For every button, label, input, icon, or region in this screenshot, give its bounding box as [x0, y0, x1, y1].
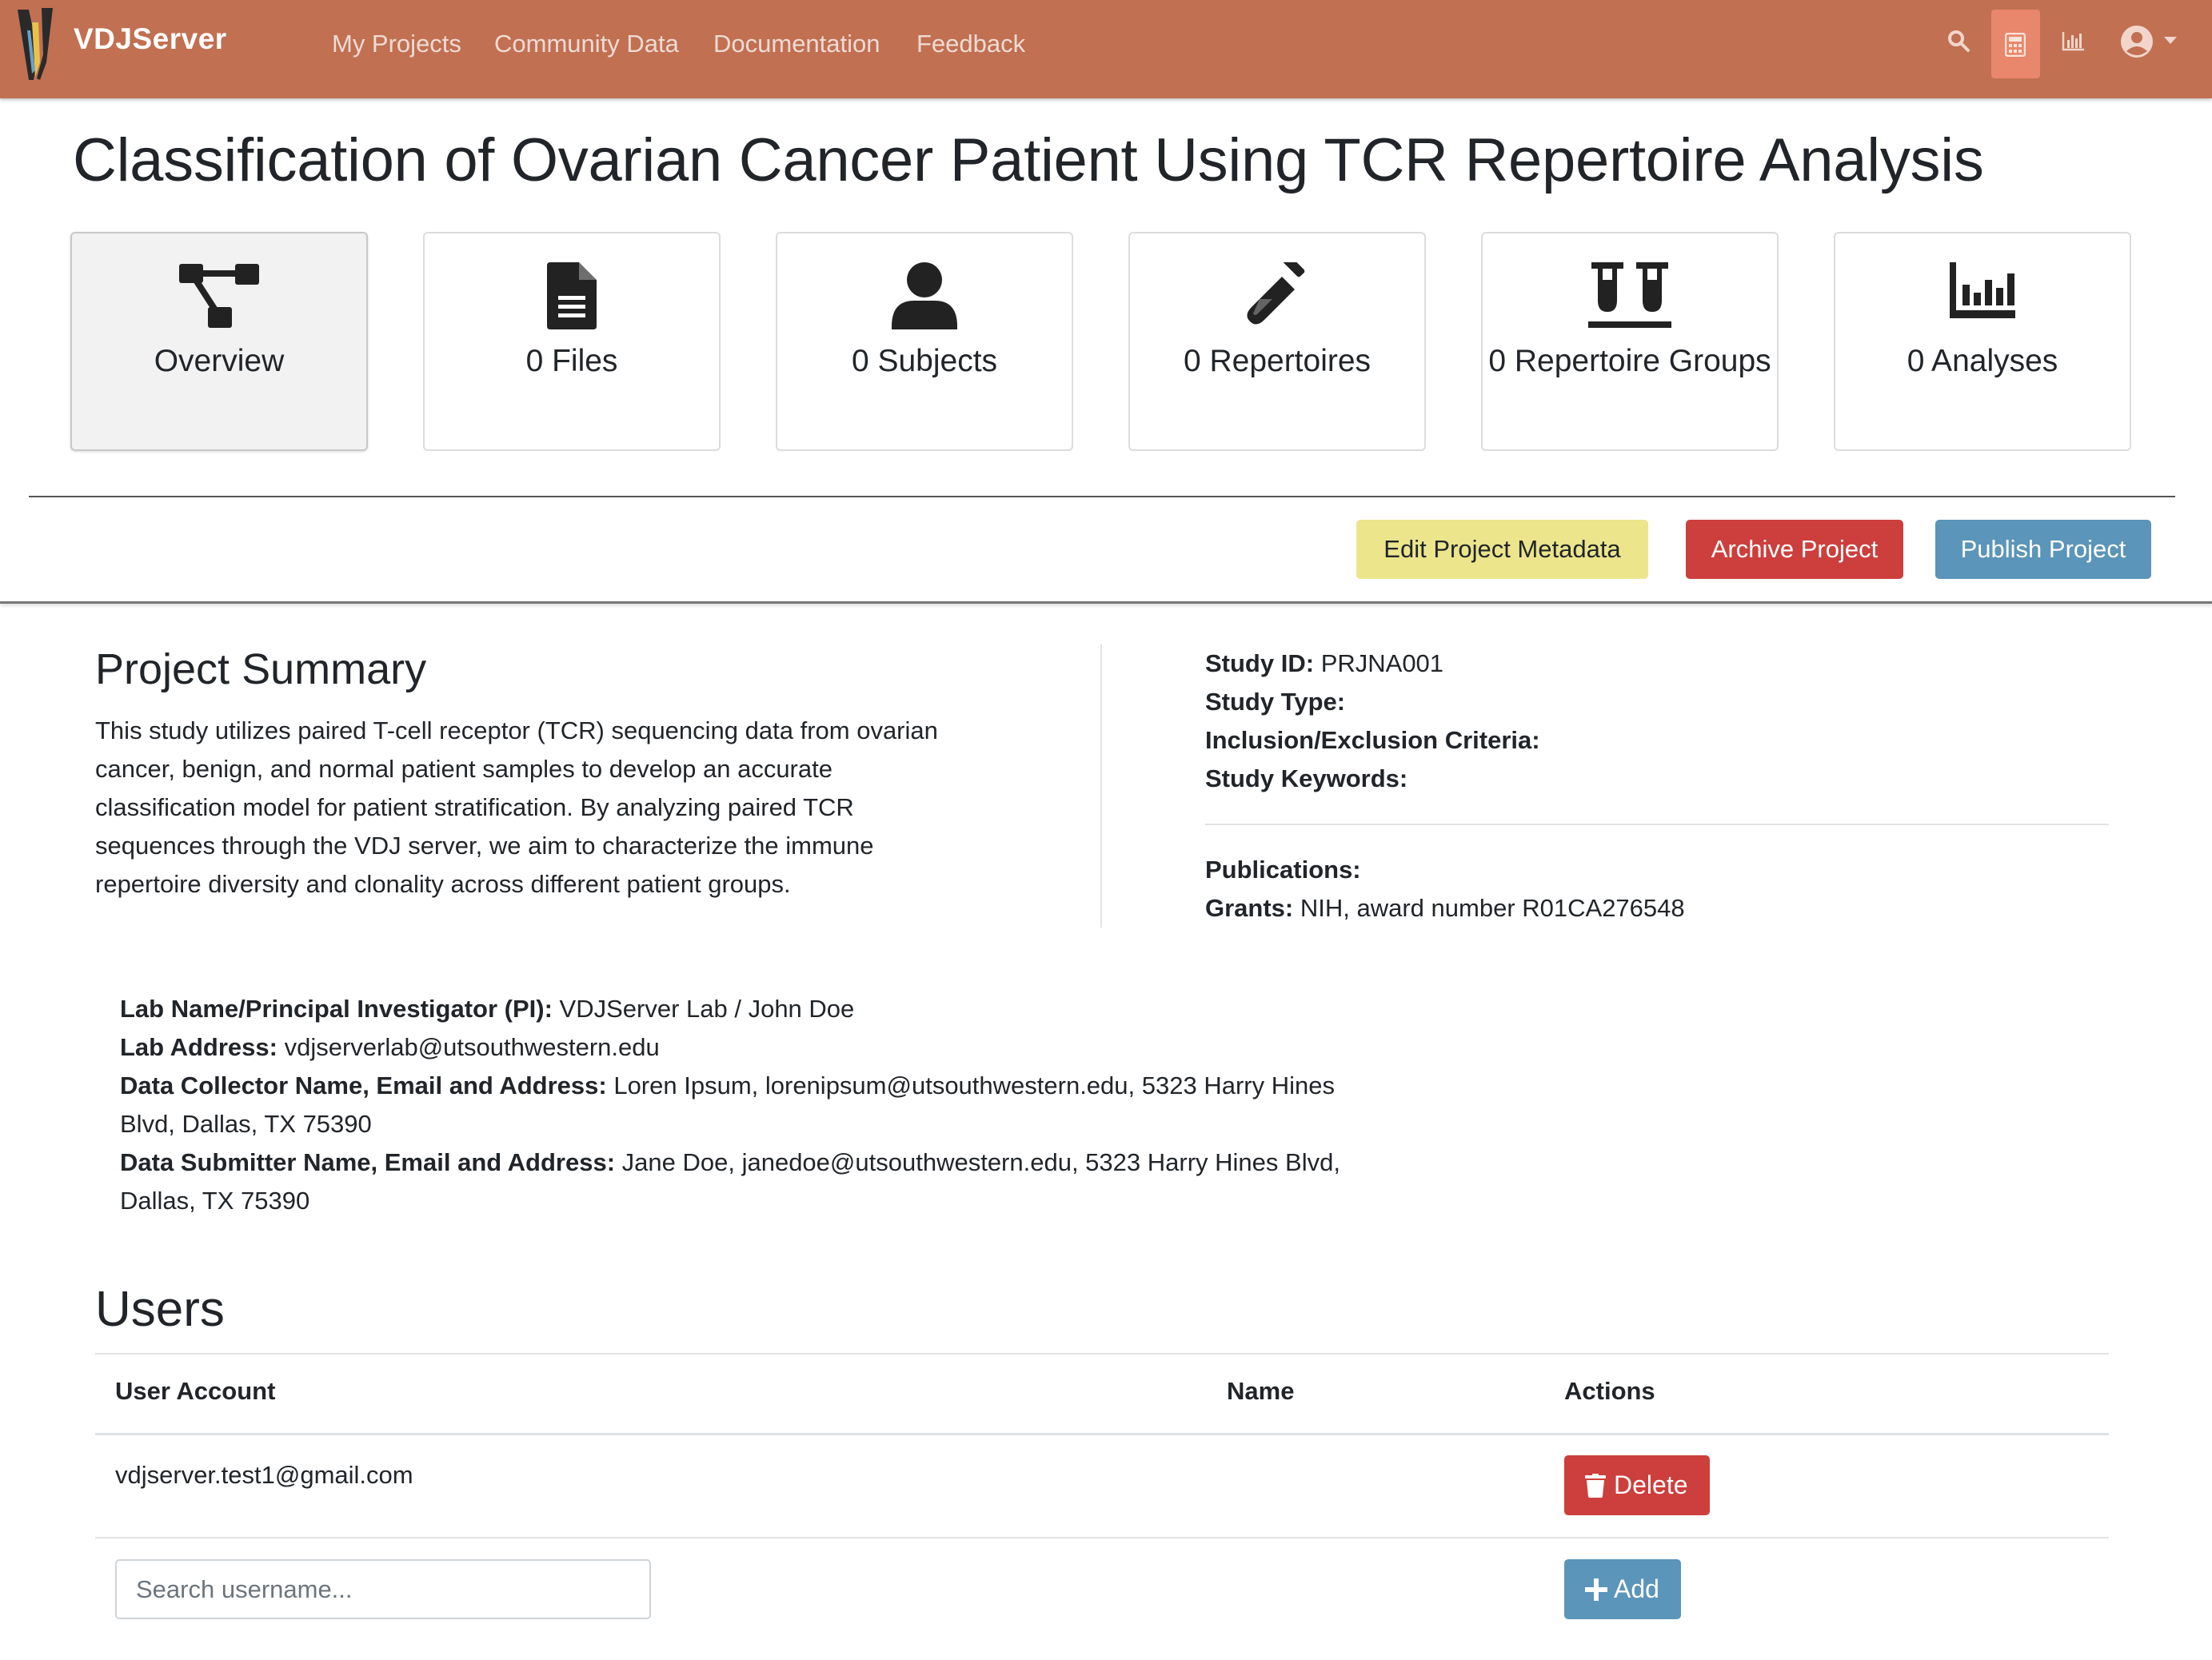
lab-address: Lab Address: vdjserverlab@utsouthwestern…: [120, 1033, 660, 1061]
tab-files[interactable]: 0 Files: [423, 232, 721, 451]
nav-feedback[interactable]: Feedback: [916, 30, 1025, 58]
card-label: 0 Repertoire Groups: [1488, 344, 1771, 378]
summary-line: classification model for patient stratif…: [95, 793, 854, 821]
lab-pi: Lab Name/Principal Investigator (PI): VD…: [120, 995, 855, 1023]
vertical-divider: [1100, 644, 1102, 928]
project-summary-heading: Project Summary: [95, 645, 427, 693]
data-submitter: Data Submitter Name, Email and Address: …: [120, 1148, 1340, 1176]
card-label: Overview: [154, 344, 285, 378]
tab-repertoire-groups[interactable]: 0 Repertoire Groups: [1481, 232, 1779, 451]
table-row-divider: [95, 1537, 2109, 1538]
calculator-icon: [2005, 33, 2026, 57]
search-icon[interactable]: [1946, 29, 1970, 53]
divider: [1205, 824, 2109, 825]
delete-label: Delete: [1614, 1470, 1688, 1499]
brand-name[interactable]: VDJServer: [74, 22, 227, 56]
summary-line: This study utilizes paired T-cell recept…: [95, 716, 938, 744]
overview-icon: [179, 264, 259, 328]
vdjserver-logo-icon[interactable]: [11, 6, 59, 83]
trash-icon: [1585, 1474, 1606, 1498]
file-icon: [547, 262, 597, 329]
study-funding: Publications: Grants: NIH, award number …: [1205, 851, 1685, 928]
bar-chart-icon: [1950, 262, 2015, 318]
top-navbar: VDJServer My Projects Community Data Doc…: [0, 0, 2212, 98]
column-header-user-account: User Account: [115, 1377, 276, 1405]
search-username-input[interactable]: [115, 1559, 651, 1619]
tab-overview[interactable]: Overview: [70, 232, 368, 451]
edit-project-metadata-button[interactable]: Edit Project Metadata: [1356, 520, 1648, 579]
summary-line: repertoire diversity and clonality acros…: [95, 870, 791, 898]
tab-subjects[interactable]: 0 Subjects: [776, 232, 1073, 451]
study-publications: Publications:: [1205, 856, 1361, 884]
card-label: 0 Subjects: [851, 344, 998, 378]
divider: [29, 496, 2175, 497]
column-header-actions: Actions: [1564, 1377, 1655, 1405]
add-label: Add: [1614, 1574, 1659, 1603]
study-info: Study ID: PRJNA001 Study Type: Inclusion…: [1205, 644, 1540, 798]
study-type: Study Type:: [1205, 688, 1346, 716]
data-collector-cont: Blvd, Dallas, TX 75390: [120, 1110, 372, 1138]
card-label: 0 Files: [525, 344, 618, 378]
study-grants: Grants: NIH, award number R01CA276548: [1205, 894, 1685, 922]
add-user-button[interactable]: Add: [1564, 1559, 1681, 1619]
test-tubes-icon: [1588, 262, 1671, 328]
summary-line: sequences through the VDJ server, we aim…: [95, 832, 874, 860]
table-header-divider: [95, 1433, 2109, 1435]
tab-repertoires[interactable]: 0 Repertoires: [1128, 232, 1426, 451]
delete-user-button[interactable]: Delete: [1564, 1455, 1710, 1515]
test-tube-icon: [1247, 262, 1305, 325]
user-icon: [892, 262, 957, 329]
data-submitter-cont: Dallas, TX 75390: [120, 1187, 310, 1215]
project-summary-text: This study utilizes paired T-cell recept…: [95, 712, 1047, 904]
users-heading: Users: [95, 1282, 225, 1337]
study-keywords: Study Keywords:: [1205, 764, 1408, 792]
divider: [95, 1353, 2109, 1355]
nav-documentation[interactable]: Documentation: [713, 30, 880, 58]
summary-line: cancer, benign, and normal patient sampl…: [95, 755, 832, 783]
user-account-cell: vdjserver.test1@gmail.com: [115, 1461, 413, 1489]
tab-analyses[interactable]: 0 Analyses: [1834, 232, 2131, 451]
column-header-name: Name: [1227, 1377, 1295, 1405]
plus-icon: [1585, 1578, 1607, 1601]
page-title: Classification of Ovarian Cancer Patient…: [73, 126, 1984, 194]
calculator-button[interactable]: [1991, 10, 2040, 78]
user-account-icon[interactable]: [2119, 24, 2154, 59]
publish-project-button[interactable]: Publish Project: [1935, 520, 2151, 579]
divider: [0, 601, 2212, 604]
lab-info: Lab Name/Principal Investigator (PI): VD…: [120, 990, 1340, 1220]
chevron-down-icon[interactable]: [2164, 37, 2177, 45]
archive-project-button[interactable]: Archive Project: [1686, 520, 1903, 579]
nav-community-data[interactable]: Community Data: [494, 30, 679, 58]
data-collector: Data Collector Name, Email and Address: …: [120, 1071, 1335, 1099]
card-label: 0 Repertoires: [1183, 344, 1372, 378]
chart-icon[interactable]: [2062, 30, 2086, 51]
nav-my-projects[interactable]: My Projects: [332, 30, 461, 58]
study-id: Study ID: PRJNA001: [1205, 649, 1444, 677]
study-criteria: Inclusion/Exclusion Criteria:: [1205, 726, 1540, 754]
card-label: 0 Analyses: [1907, 344, 2058, 378]
